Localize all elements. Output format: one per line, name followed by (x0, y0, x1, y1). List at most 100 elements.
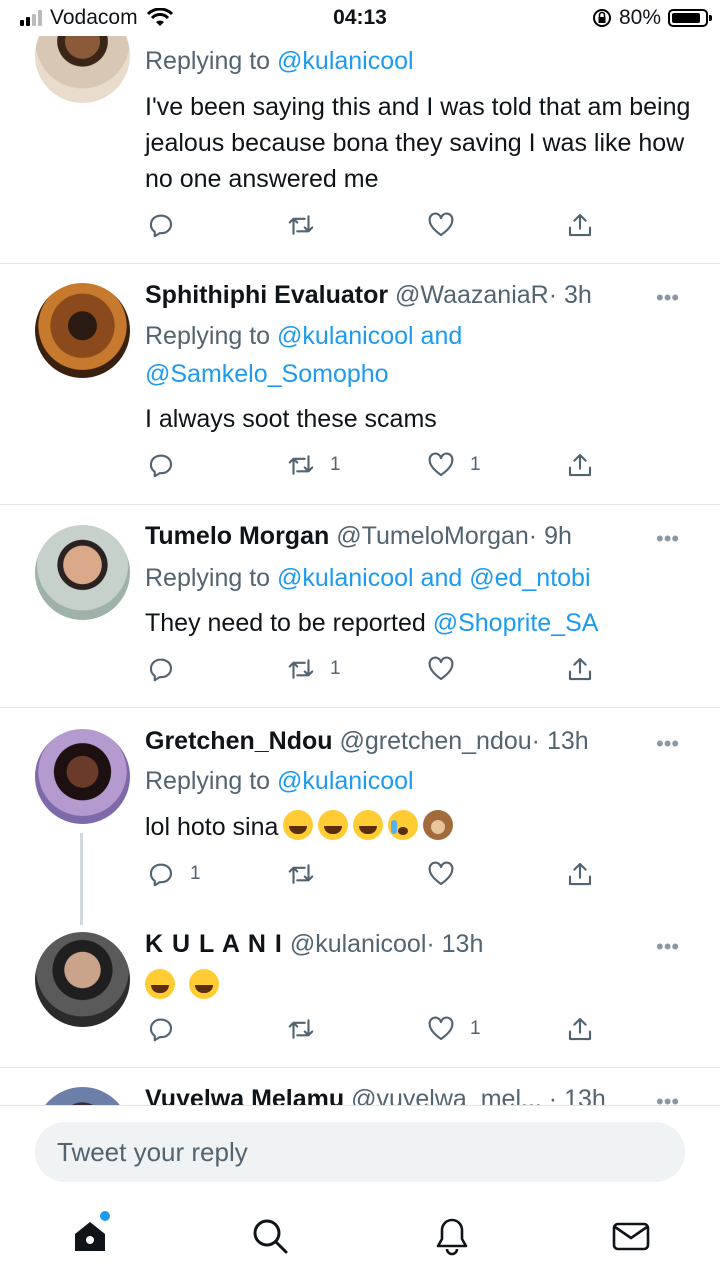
tab-notifications[interactable] (432, 1216, 472, 1256)
more-options-button[interactable]: ••• (656, 285, 679, 311)
tweet-actions: 1 (0, 1012, 720, 1048)
divider (0, 504, 720, 505)
retweet-icon (288, 1019, 314, 1039)
reply-icon (149, 1018, 173, 1042)
rolling-on-floor-laughing-emoji (145, 969, 175, 999)
retweet-icon (288, 455, 314, 475)
tab-home[interactable] (70, 1216, 110, 1256)
more-options-button[interactable]: ••• (656, 1089, 679, 1105)
avatar[interactable] (35, 729, 130, 824)
share-button[interactable] (565, 448, 595, 482)
share-icon (568, 657, 592, 681)
more-options-button[interactable]: ••• (656, 526, 679, 552)
bell-icon (436, 1218, 468, 1256)
tweet-reply-input[interactable] (35, 1122, 685, 1182)
mention-link[interactable]: @kulanicool (277, 47, 414, 75)
like-button[interactable]: 1 (426, 1012, 481, 1046)
user-handle[interactable]: @TumeloMorgan (336, 522, 529, 550)
home-icon (75, 1222, 105, 1251)
retweet-button[interactable]: 1 (286, 652, 341, 686)
like-count: 1 (470, 454, 481, 475)
mention-link[interactable]: @kulanicool (277, 322, 414, 350)
monkey-emoji (423, 810, 454, 840)
reply-button[interactable] (146, 448, 176, 482)
share-icon (568, 1017, 592, 1041)
share-icon (568, 862, 592, 886)
display-name[interactable]: Vuyelwa Melamu (145, 1085, 344, 1105)
mention-link[interactable]: @kulanicool (277, 767, 414, 795)
like-button[interactable] (426, 208, 456, 242)
retweet-icon (288, 659, 314, 679)
retweet-icon (288, 864, 314, 884)
reply-button[interactable] (146, 1012, 176, 1046)
heart-icon (428, 212, 454, 237)
replying-to: Replying to @kulanicool (145, 767, 414, 795)
tweet-card[interactable]: Vuyelwa Melamu @vuyelwa_mel... · 13h ••• (0, 1067, 720, 1105)
share-button[interactable] (565, 208, 595, 242)
retweet-button[interactable] (286, 857, 316, 891)
display-name[interactable]: Sphithiphi Evaluator (145, 281, 388, 309)
more-options-button[interactable]: ••• (656, 731, 679, 757)
user-handle[interactable]: @WaazaniaR (395, 281, 549, 309)
tweet-actions (0, 208, 720, 244)
display-name[interactable]: K U L A N I (145, 930, 283, 958)
heart-icon (428, 1016, 454, 1041)
tweet-text: lol hoto sina (145, 809, 695, 845)
tweet-header: Gretchen_Ndou @gretchen_ndou· 13h (145, 727, 589, 756)
avatar[interactable] (35, 525, 130, 620)
reply-icon (149, 863, 173, 887)
tweet-time: · 3h (548, 281, 592, 309)
tweet-actions: 1 (0, 652, 720, 688)
retweet-button[interactable] (286, 208, 316, 242)
retweet-count: 1 (330, 658, 341, 679)
reply-icon (149, 658, 173, 682)
tweet-time: · 13h (548, 1085, 606, 1105)
mention-link[interactable]: @ed_ntobi (469, 564, 590, 592)
battery-percentage: 80% (619, 6, 662, 29)
reply-button[interactable] (146, 652, 176, 686)
tab-messages[interactable] (611, 1216, 651, 1256)
tweet-text: They need to be reported @Shoprite_SA (145, 609, 599, 637)
mention-link[interactable]: @kulanicool (277, 564, 414, 592)
tweet-header: K U L A N I @kulanicool· 13h (145, 930, 483, 959)
tweet-header: Tumelo Morgan @TumeloMorgan· 9h (145, 522, 572, 551)
like-button[interactable] (426, 857, 456, 891)
like-button[interactable]: 1 (426, 448, 481, 482)
heart-icon (428, 861, 454, 886)
share-icon (568, 213, 592, 237)
retweet-button[interactable] (286, 1012, 316, 1046)
reply-button[interactable] (146, 208, 176, 242)
search-icon (253, 1219, 288, 1254)
tweet-time: · 13h (426, 930, 484, 958)
reply-composer (0, 1105, 720, 1280)
loudly-crying-emoji (388, 810, 419, 840)
mention-link[interactable]: @Samkelo_Somopho (145, 360, 389, 388)
rolling-on-floor-laughing-emoji (318, 810, 349, 840)
share-button[interactable] (565, 652, 595, 686)
avatar[interactable] (35, 1087, 130, 1105)
reply-button[interactable]: 1 (146, 857, 201, 891)
user-handle[interactable]: @kulanicool (290, 930, 427, 958)
avatar[interactable] (35, 283, 130, 378)
display-name[interactable]: Tumelo Morgan (145, 522, 329, 550)
tweet-text: I've been saying this and I was told tha… (145, 93, 691, 193)
display-name[interactable]: Gretchen_Ndou (145, 727, 333, 755)
share-button[interactable] (565, 1012, 595, 1046)
tweet-header: Vuyelwa Melamu @vuyelwa_mel... · 13h (145, 1085, 606, 1105)
retweet-button[interactable]: 1 (286, 448, 341, 482)
orientation-lock-icon (593, 9, 611, 27)
tweet-actions: 1 (0, 857, 720, 893)
more-options-button[interactable]: ••• (656, 934, 679, 960)
tweet-header: Sphithiphi Evaluator @WaazaniaR· 3h (145, 281, 592, 310)
share-button[interactable] (565, 857, 595, 891)
user-handle[interactable]: @vuyelwa_mel... (351, 1085, 542, 1105)
tweet-actions: 1 1 (0, 448, 720, 484)
like-button[interactable] (426, 652, 456, 686)
replying-to: Replying to @kulanicool (145, 47, 414, 75)
heart-icon (428, 656, 454, 681)
mention-link[interactable]: @Shoprite_SA (433, 609, 599, 637)
user-handle[interactable]: @gretchen_ndou (339, 727, 531, 755)
like-count: 1 (470, 1018, 481, 1039)
tab-search[interactable] (250, 1216, 290, 1256)
reply-count: 1 (190, 863, 201, 884)
